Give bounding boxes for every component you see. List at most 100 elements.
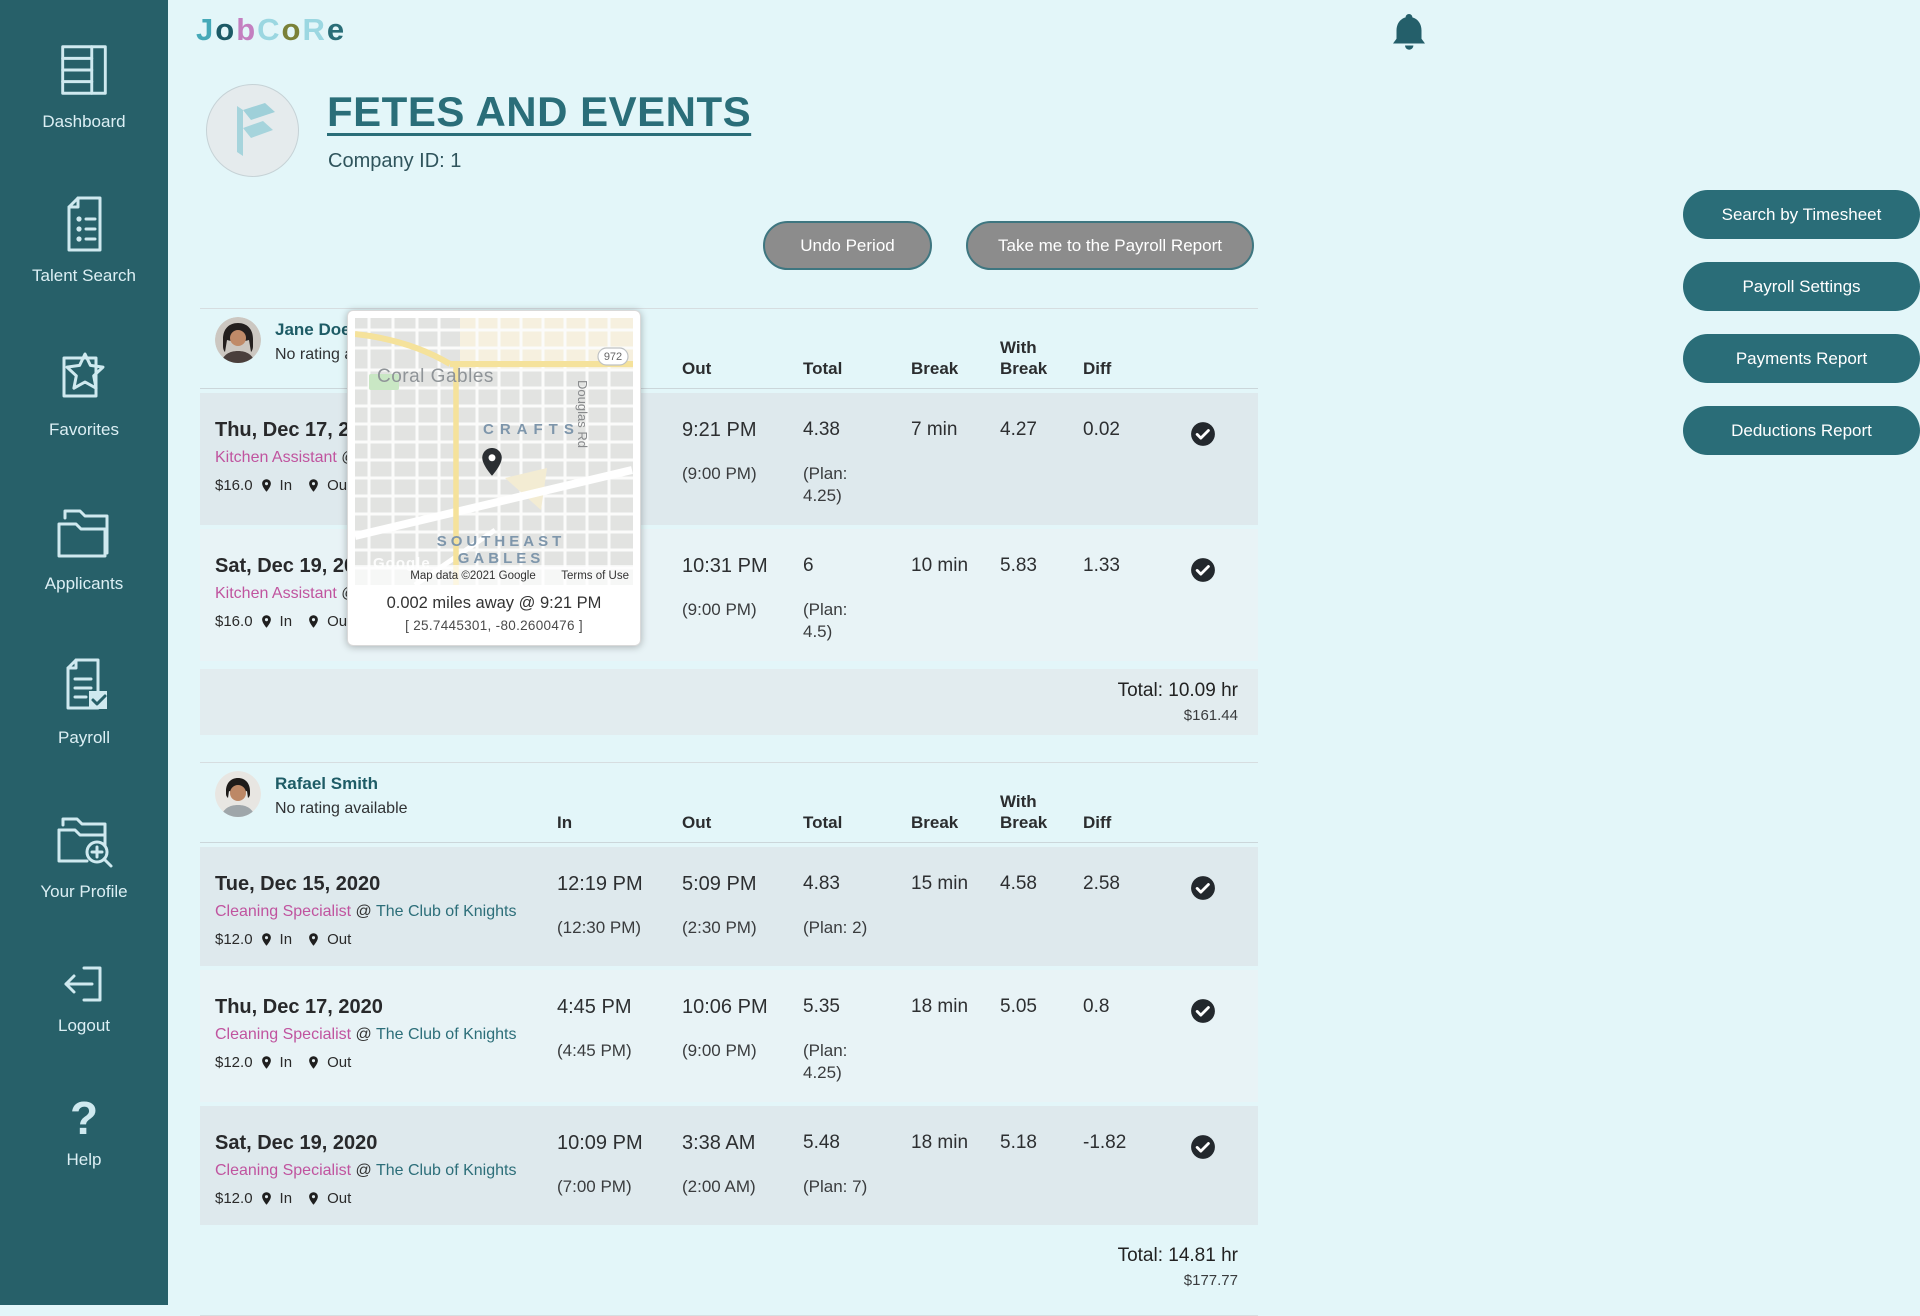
in-pin-label: In	[280, 613, 293, 630]
help-icon: ?	[70, 1092, 98, 1144]
favorites-icon	[52, 342, 116, 414]
sidebar-item-payroll[interactable]: Payroll	[52, 650, 116, 748]
out-plan-time: (9:00 PM)	[682, 464, 803, 484]
payroll-report-button[interactable]: Take me to the Payroll Report	[966, 221, 1254, 270]
shift-role-link[interactable]: Kitchen Assistant	[215, 585, 337, 602]
jobcore-logo[interactable]: JobCoRe	[196, 12, 346, 48]
clock-in-location-popup: 972 Coral Gables Douglas Rd CRAFTS SOUTH…	[347, 310, 641, 646]
out-time: 5:09 PM	[682, 873, 803, 896]
sidebar: Dashboard Talent Search Favorites Applic…	[0, 0, 168, 1305]
shift-venue-link[interactable]: The Club of Knights	[376, 1026, 517, 1043]
page-title[interactable]: FETES AND EVENTS	[327, 88, 751, 136]
sidebar-item-applicants[interactable]: Applicants	[45, 496, 123, 594]
terms-of-use-link[interactable]: Terms of Use	[561, 570, 629, 582]
out-pin-icon[interactable]	[306, 614, 321, 629]
plan-hours: (Plan: 7)	[803, 1176, 875, 1198]
search-by-timesheet-button[interactable]: Search by Timesheet	[1683, 190, 1920, 239]
shift-venue-link[interactable]: The Club of Knights	[376, 1162, 517, 1179]
shift-role-link[interactable]: Cleaning Specialist	[215, 1026, 351, 1043]
payments-report-button[interactable]: Payments Report	[1683, 334, 1920, 383]
sidebar-item-your-profile[interactable]: Your Profile	[40, 804, 127, 902]
shift-venue-link[interactable]: The Club of Knights	[376, 903, 517, 920]
in-pin-label: In	[280, 477, 293, 494]
approved-check-icon[interactable]	[1190, 419, 1251, 507]
in-pin-icon[interactable]	[259, 932, 274, 947]
with-break-hours: 5.18	[1000, 1132, 1083, 1154]
shift-date: Thu, Dec 17, 2020	[215, 996, 557, 1019]
logo-letter: R	[302, 12, 326, 47]
diff-hours: 0.8	[1083, 996, 1190, 1018]
out-plan-time: (9:00 PM)	[682, 600, 803, 620]
out-pin-label: Out	[327, 931, 351, 948]
employee-name: Rafael Smith	[275, 771, 408, 794]
out-pin-icon[interactable]	[306, 1055, 321, 1070]
approved-check-icon[interactable]	[1190, 555, 1251, 643]
company-avatar	[206, 84, 299, 177]
column-header-total: Total	[803, 812, 911, 833]
out-time: 9:21 PM	[682, 419, 803, 442]
column-header-out: Out	[682, 812, 803, 833]
shift-rate: $12.0	[215, 1190, 253, 1207]
total-hours: 4.38	[803, 419, 911, 441]
shift-rate: $12.0	[215, 1054, 253, 1071]
in-pin-icon[interactable]	[259, 614, 274, 629]
payroll-icon	[52, 650, 116, 722]
total-hours: 4.83	[803, 873, 911, 895]
with-break-hours: 5.05	[1000, 996, 1083, 1018]
total-hours-label: Total: 14.81 hr	[200, 1245, 1238, 1267]
undo-period-button[interactable]: Undo Period	[763, 221, 932, 270]
employee-header: Rafael Smith No rating available	[215, 769, 557, 818]
sidebar-item-logout[interactable]: Logout	[58, 958, 110, 1036]
timesheet-row: Tue, Dec 15, 2020 Cleaning Specialist @ …	[200, 847, 1258, 966]
sidebar-item-favorites[interactable]: Favorites	[49, 342, 119, 440]
sidebar-item-dashboard[interactable]: Dashboard	[42, 34, 125, 132]
sidebar-label: Help	[67, 1150, 102, 1170]
column-header-total: Total	[803, 358, 911, 379]
in-pin-icon[interactable]	[259, 1055, 274, 1070]
approved-check-icon[interactable]	[1190, 996, 1251, 1084]
timesheet-row: Sat, Dec 19, 2020 Cleaning Specialist @ …	[200, 1106, 1258, 1225]
notifications-bell-icon[interactable]	[1390, 12, 1428, 54]
out-time: 10:31 PM	[682, 555, 803, 578]
out-plan-time: (2:30 PM)	[682, 918, 803, 938]
map-image[interactable]: 972 Coral Gables Douglas Rd CRAFTS SOUTH…	[355, 318, 633, 585]
side-actions: Search by Timesheet Payroll Settings Pay…	[1683, 190, 1920, 455]
in-pin-icon[interactable]	[259, 478, 274, 493]
column-header-with-break: With Break	[1000, 337, 1083, 379]
deductions-report-button[interactable]: Deductions Report	[1683, 406, 1920, 455]
break-duration: 18 min	[911, 1132, 1000, 1154]
out-pin-icon[interactable]	[306, 478, 321, 493]
column-header-diff: Diff	[1083, 812, 1190, 833]
in-pin-label: In	[280, 1054, 293, 1071]
plan-hours: (Plan: 4.5)	[803, 599, 875, 643]
payroll-settings-button[interactable]: Payroll Settings	[1683, 262, 1920, 311]
shift-rate: $12.0	[215, 931, 253, 948]
column-header-with-break: With Break	[1000, 791, 1083, 833]
shift-date: Sat, Dec 19, 2020	[215, 1132, 557, 1155]
coordinates-text: [ 25.7445301, -80.2600476 ]	[355, 618, 633, 633]
in-pin-label: In	[280, 1190, 293, 1207]
employee-totals: Total: 10.09 hr $161.44	[200, 669, 1258, 735]
logo-letter: J	[196, 12, 215, 47]
shift-role-link[interactable]: Cleaning Specialist	[215, 1162, 351, 1179]
break-duration: 18 min	[911, 996, 1000, 1018]
approved-check-icon[interactable]	[1190, 1132, 1251, 1207]
shift-role-link[interactable]: Kitchen Assistant	[215, 449, 337, 466]
out-pin-label: Out	[327, 1054, 351, 1071]
logout-icon	[58, 958, 110, 1010]
shift-role-link[interactable]: Cleaning Specialist	[215, 903, 351, 920]
company-flag-logo	[227, 100, 279, 162]
out-pin-icon[interactable]	[306, 932, 321, 947]
sidebar-label: Talent Search	[32, 266, 136, 286]
in-pin-icon[interactable]	[259, 1191, 274, 1206]
out-pin-label: Out	[327, 1190, 351, 1207]
route-badge: 972	[604, 351, 622, 363]
in-plan-time: (12:30 PM)	[557, 918, 682, 938]
out-pin-icon[interactable]	[306, 1191, 321, 1206]
sidebar-label: Favorites	[49, 420, 119, 440]
sidebar-item-talent-search[interactable]: Talent Search	[32, 188, 136, 286]
approved-check-icon[interactable]	[1190, 873, 1251, 948]
at-symbol: @	[356, 1026, 372, 1043]
plan-hours: (Plan: 4.25)	[803, 1040, 875, 1084]
sidebar-item-help[interactable]: ? Help	[67, 1092, 102, 1170]
